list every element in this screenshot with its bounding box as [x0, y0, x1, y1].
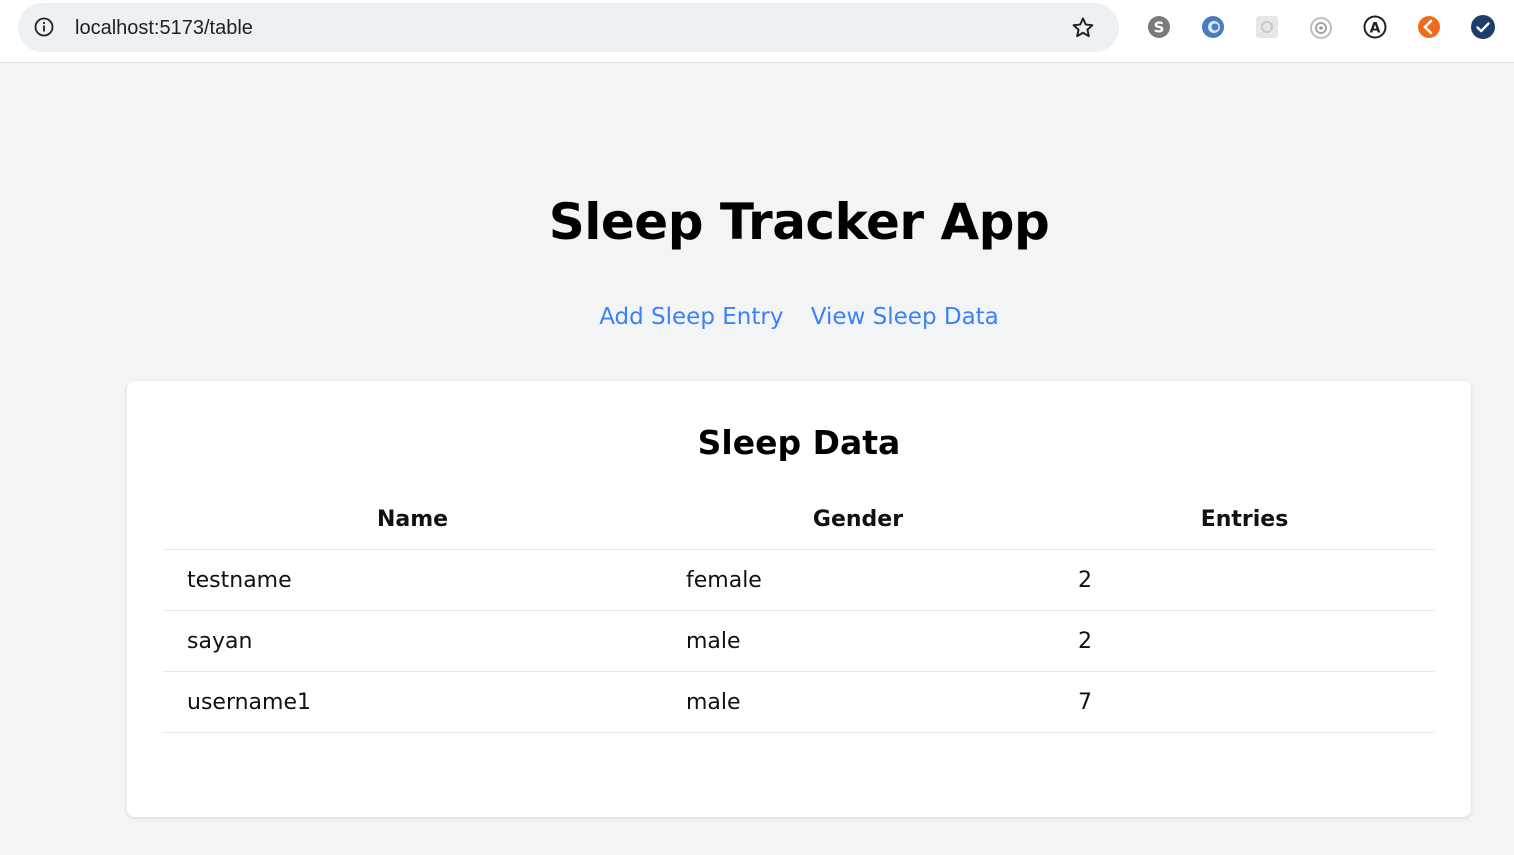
cell-gender: female: [662, 549, 1054, 611]
sleep-data-table: Name Gender Entries testname female 2 sa…: [163, 489, 1435, 733]
target-icon[interactable]: [1308, 14, 1334, 40]
header-gender: Gender: [662, 489, 1054, 550]
main-nav: Add Sleep Entry View Sleep Data: [0, 302, 1514, 332]
skype-icon[interactable]: S: [1146, 14, 1172, 40]
cell-entries: 2: [1054, 610, 1435, 672]
table-header-row: Name Gender Entries: [163, 489, 1435, 550]
header-name: Name: [163, 489, 662, 550]
info-icon[interactable]: [34, 17, 54, 37]
add-sleep-entry-link[interactable]: Add Sleep Entry: [599, 304, 783, 330]
table-row: username1 male 7: [163, 671, 1435, 733]
orange-extension-icon[interactable]: [1416, 14, 1442, 40]
bookmark-star-icon[interactable]: [1070, 15, 1096, 41]
check-circle-icon[interactable]: [1470, 14, 1496, 40]
cell-name: testname: [163, 549, 662, 611]
header-entries: Entries: [1054, 489, 1435, 550]
svg-text:S: S: [1154, 19, 1165, 37]
address-bar[interactable]: localhost:5173/table: [18, 3, 1119, 52]
card-title: Sleep Data: [697, 423, 901, 462]
table-row: sayan male 2: [163, 610, 1435, 672]
edge-blue-icon[interactable]: [1200, 14, 1226, 40]
table-row: testname female 2: [163, 549, 1435, 611]
sleep-data-card: Sleep Data Name Gender Entries testname …: [127, 381, 1471, 817]
browser-toolbar: localhost:5173/table S A: [0, 0, 1514, 63]
a-circle-icon[interactable]: A: [1362, 14, 1388, 40]
svg-text:A: A: [1370, 21, 1381, 37]
view-sleep-data-link[interactable]: View Sleep Data: [811, 304, 999, 330]
cell-gender: male: [662, 671, 1054, 733]
cell-entries: 7: [1054, 671, 1435, 733]
cell-name: sayan: [163, 610, 662, 672]
cell-name: username1: [163, 671, 662, 733]
grey-square-icon[interactable]: [1254, 14, 1280, 40]
cell-gender: male: [662, 610, 1054, 672]
url-text[interactable]: localhost:5173/table: [75, 16, 253, 40]
cell-entries: 2: [1054, 549, 1435, 611]
app-title: Sleep Tracker App: [548, 193, 1050, 251]
